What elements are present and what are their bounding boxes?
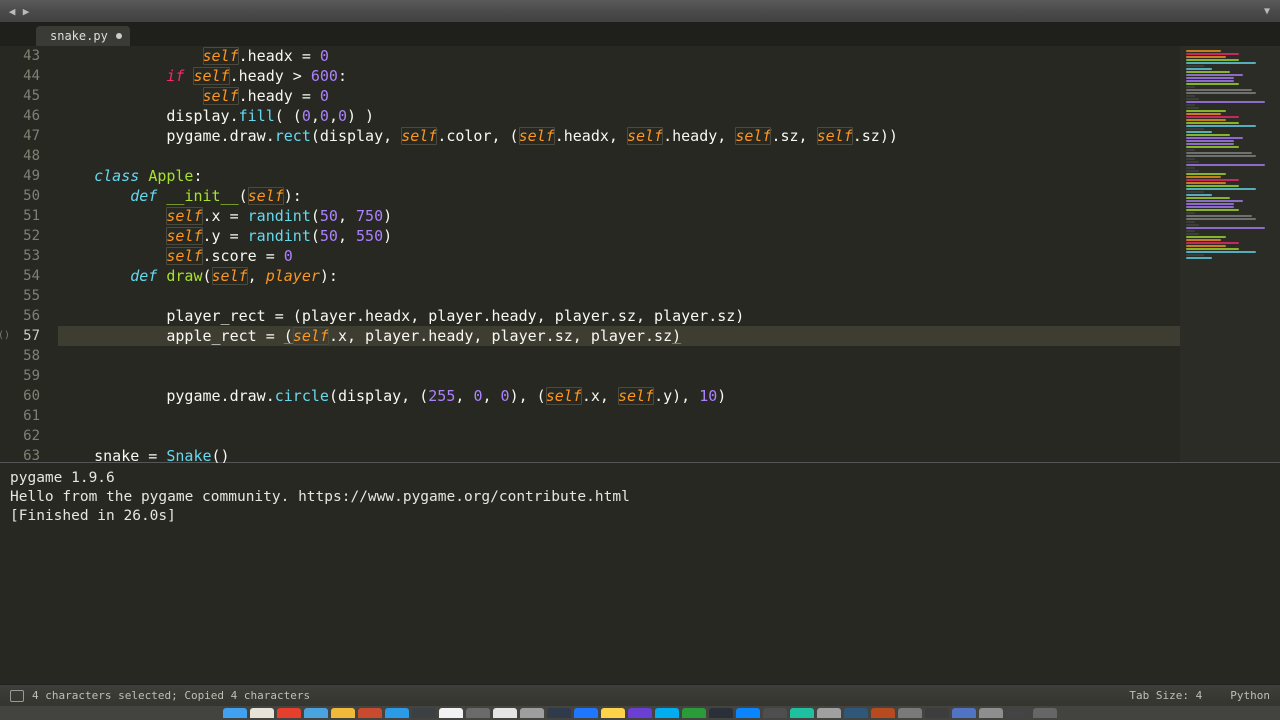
line-number: 44 [0,66,40,86]
code-line[interactable]: player_rect = (player.headx, player.head… [58,306,1180,326]
dock-app-icon[interactable] [736,708,760,718]
line-number: 45 [0,86,40,106]
line-number: 56 [0,306,40,326]
code-line[interactable]: self.headx = 0 [58,46,1180,66]
code-line[interactable]: apple_rect = (self.x, player.heady, play… [58,326,1180,346]
titlebar-menu-icon[interactable]: ▼ [1264,6,1274,17]
line-number: 47 [0,126,40,146]
line-number: 57 [0,326,40,346]
status-selection: 4 characters selected; Copied 4 characte… [32,689,310,702]
status-tab-size[interactable]: Tab Size: 4 [1129,689,1202,702]
line-number: 49 [0,166,40,186]
code-line[interactable]: def __init__(self): [58,186,1180,206]
dock-app-icon[interactable] [925,708,949,718]
dock-app-icon[interactable] [790,708,814,718]
code-line[interactable]: pygame.draw.rect(display, self.color, (s… [58,126,1180,146]
code-line[interactable]: def draw(self, player): [58,266,1180,286]
dock-app-icon[interactable] [250,708,274,718]
dock-app-icon[interactable] [844,708,868,718]
dock-app-icon[interactable] [952,708,976,718]
dock-app-icon[interactable] [979,708,1003,718]
code-line[interactable]: self.y = randint(50, 550) [58,226,1180,246]
tab-label: snake.py [50,29,108,43]
code-line[interactable] [58,406,1180,426]
code-line[interactable]: pygame.draw.circle(display, (255, 0, 0),… [58,386,1180,406]
line-number: 63 [0,446,40,466]
tab-snake-py[interactable]: snake.py [36,26,130,46]
panel-toggle-icon[interactable] [10,690,24,702]
code-line[interactable]: snake = Snake() [58,446,1180,466]
dock-app-icon[interactable] [547,708,571,718]
editor: 4344454647484950515253545556575859606162… [0,46,1280,462]
dock-app-icon[interactable] [439,708,463,718]
dock-app-icon[interactable] [1033,708,1057,718]
dock-app-icon[interactable] [682,708,706,718]
dock-app-icon[interactable] [466,708,490,718]
line-number: 60 [0,386,40,406]
line-number: 59 [0,366,40,386]
line-number: 62 [0,426,40,446]
line-number: 54 [0,266,40,286]
dock-app-icon[interactable] [763,708,787,718]
code-line[interactable]: if self.heady > 600: [58,66,1180,86]
status-syntax[interactable]: Python [1230,689,1270,702]
line-number: 58 [0,346,40,366]
line-number: 50 [0,186,40,206]
code-line[interactable]: self.x = randint(50, 750) [58,206,1180,226]
dock-app-icon[interactable] [1006,708,1030,718]
dock-app-icon[interactable] [277,708,301,718]
code-line[interactable] [58,346,1180,366]
status-bar: 4 characters selected; Copied 4 characte… [0,684,1280,706]
dock-app-icon[interactable] [493,708,517,718]
line-number: 48 [0,146,40,166]
dock-app-icon[interactable] [358,708,382,718]
line-number: 53 [0,246,40,266]
nav-forward-icon[interactable]: ▶ [20,5,32,17]
build-output-panel[interactable]: pygame 1.9.6 Hello from the pygame commu… [0,462,1280,694]
minimap[interactable] [1180,46,1280,462]
code-line[interactable]: class Apple: [58,166,1180,186]
dock-app-icon[interactable] [709,708,733,718]
window-titlebar: ◀ ▶ ▼ [0,0,1280,22]
line-number: 43 [0,46,40,66]
line-number: 61 [0,406,40,426]
dock-app-icon[interactable] [628,708,652,718]
code-line[interactable] [58,366,1180,386]
dock-app-icon[interactable] [304,708,328,718]
line-number: 55 [0,286,40,306]
nav-back-icon[interactable]: ◀ [6,5,18,17]
code-line[interactable] [58,286,1180,306]
dock-app-icon[interactable] [520,708,544,718]
dock-app-icon[interactable] [817,708,841,718]
tab-bar: snake.py [0,22,1280,46]
line-number: 46 [0,106,40,126]
dock-app-icon[interactable] [574,708,598,718]
dock-app-icon[interactable] [385,708,409,718]
code-line[interactable]: self.heady = 0 [58,86,1180,106]
dock-app-icon[interactable] [655,708,679,718]
dock-app-icon[interactable] [223,708,247,718]
macos-dock [0,706,1280,720]
line-number: 51 [0,206,40,226]
code-line[interactable]: self.score = 0 [58,246,1180,266]
code-line[interactable] [58,146,1180,166]
code-line[interactable]: display.fill( (0,0,0) ) [58,106,1180,126]
code-area[interactable]: self.headx = 0 if self.heady > 600: self… [50,46,1180,462]
unsaved-indicator-icon [116,33,122,39]
dock-app-icon[interactable] [412,708,436,718]
line-number: 52 [0,226,40,246]
dock-app-icon[interactable] [331,708,355,718]
nav-arrows: ◀ ▶ [6,5,32,17]
code-line[interactable] [58,426,1180,446]
line-number-gutter: 4344454647484950515253545556575859606162… [0,46,50,462]
dock-app-icon[interactable] [898,708,922,718]
dock-app-icon[interactable] [601,708,625,718]
dock-app-icon[interactable] [871,708,895,718]
